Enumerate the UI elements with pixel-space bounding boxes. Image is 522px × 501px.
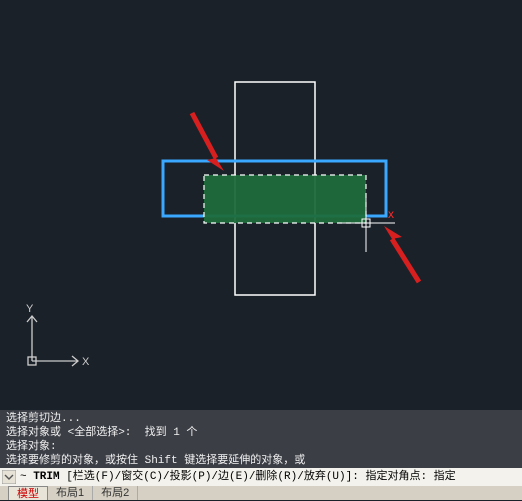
tab-layout1[interactable]: 布局1 [48,486,93,500]
drawing-canvas[interactable]: x X Y [0,0,522,410]
ucs-y-label: Y [26,303,34,315]
tab-model[interactable]: 模型 [8,486,48,500]
selection-window [204,175,366,223]
command-input-text: ~ TRIM [栏选(F)/窗交(C)/投影(P)/边(E)/删除(R)/放弃(… [20,468,456,486]
tab-layout2[interactable]: 布局2 [93,486,138,500]
cursor-marker: x [388,207,394,221]
ucs-x-label: X [82,356,90,368]
layout-tabs: 模型 布局1 布局2 [0,486,522,500]
command-history: 选择剪切边... 选择对象或 <全部选择>: 找到 1 个 选择对象: 选择要修… [0,410,522,468]
chevron-down-icon[interactable] [2,470,16,484]
command-input-line[interactable]: ~ TRIM [栏选(F)/窗交(C)/投影(P)/边(E)/删除(R)/放弃(… [0,468,522,486]
